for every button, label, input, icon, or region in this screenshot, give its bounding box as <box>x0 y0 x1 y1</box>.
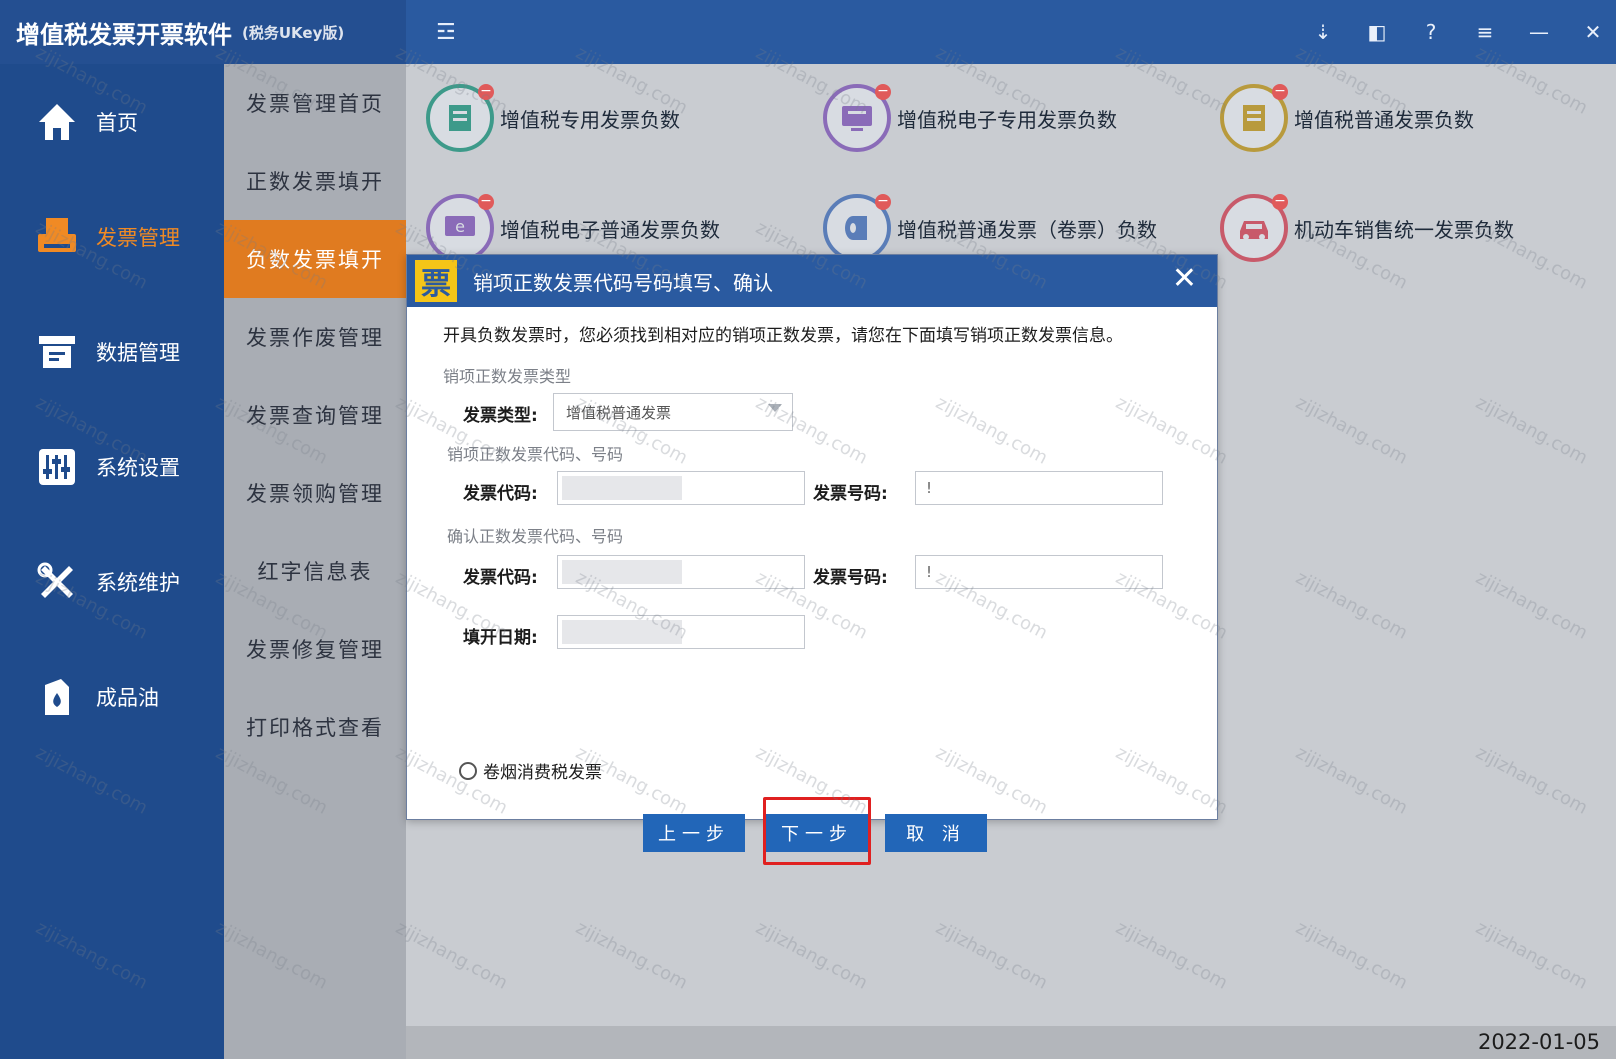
subnav-item-query-invoice[interactable]: 发票查询管理 <box>224 376 406 454</box>
vat-special-invoice-icon: − <box>426 84 494 152</box>
dialog-close-icon[interactable]: ✕ <box>1172 261 1197 296</box>
subnav-item-void-invoice[interactable]: 发票作废管理 <box>224 298 406 376</box>
status-date: 2022-01-05 <box>1477 1030 1600 1054</box>
nav-item-label: 成品油 <box>96 685 159 710</box>
nav-item-label: 系统设置 <box>96 455 180 480</box>
oil-can-icon <box>32 672 82 722</box>
vat-e-general-invoice-icon: e − <box>426 194 494 262</box>
app-title-area: 增值税发票开票软件 (税务UKey版) <box>0 0 406 64</box>
window-controls: ⇣ ◧ ? ≡ — ✕ <box>1312 0 1604 64</box>
subnav-item-invoice-home[interactable]: 发票管理首页 <box>224 64 406 142</box>
data-management-icon <box>32 327 82 377</box>
subnav-item-red-letter-info[interactable]: 红字信息表 <box>224 532 406 610</box>
svg-text:e: e <box>455 217 465 236</box>
nav-item-home[interactable]: 首页 <box>0 64 224 179</box>
invoice-number-field[interactable]: ! <box>915 471 1163 505</box>
status-bar: 2022-01-05 <box>406 1026 1616 1059</box>
subnav-item-print-format[interactable]: 打印格式查看 <box>224 688 406 766</box>
tobacco-tax-radio[interactable] <box>459 761 477 780</box>
vat-e-special-invoice-icon: − <box>823 84 891 152</box>
car-icon: − <box>1220 194 1288 262</box>
card-vat-e-special-negative[interactable]: − 增值税电子专用发票负数 <box>823 84 1117 152</box>
tobacco-tax-option[interactable]: 卷烟消费税发票 <box>459 758 602 783</box>
dialog-body: 开具负数发票时，您必须找到相对应的销项正数发票，请您在下面填写销项正数发票信息。… <box>407 321 1217 865</box>
nav-item-system-maintenance[interactable]: 系统维护 <box>0 524 224 639</box>
invoice-type-select[interactable]: 增值税普通发票 <box>553 393 793 431</box>
invoice-type-label: 发票类型: <box>463 406 538 426</box>
invoice-printer-icon <box>32 212 82 262</box>
dialog-title: 销项正数发票代码号码填写、确认 <box>473 270 773 295</box>
chevron-down-icon <box>768 404 782 412</box>
next-button[interactable]: 下一步 <box>766 814 868 852</box>
subnav-item-repair-invoice[interactable]: 发票修复管理 <box>224 610 406 688</box>
confirm-invoice-number-prefix: ! <box>926 563 933 581</box>
card-label: 增值税普通发票（卷票）负数 <box>897 217 1157 242</box>
subnav-item-positive-invoice[interactable]: 正数发票填开 <box>224 142 406 220</box>
dialog-notice: 开具负数发票时，您必须找到相对应的销项正数发票，请您在下面填写销项正数发票信息。 <box>443 326 1123 346</box>
card-vat-special-negative[interactable]: − 增值税专用发票负数 <box>426 84 680 152</box>
app-subtitle: (税务UKey版) <box>242 23 345 42</box>
vat-general-invoice-icon: − <box>1220 84 1288 152</box>
invoice-number-label: 发票号码: <box>813 484 888 504</box>
positive-invoice-dialog: 票 销项正数发票代码号码填写、确认 ✕ 开具负数发票时，您必须找到相对应的销项正… <box>406 254 1218 865</box>
card-vat-e-general-negative[interactable]: e − 增值税电子普通发票负数 <box>426 194 720 262</box>
home-icon <box>32 97 82 147</box>
card-vehicle-sales-negative[interactable]: − 机动车销售统一发票负数 <box>1220 194 1514 262</box>
dialog-header: 票 销项正数发票代码号码填写、确认 ✕ <box>407 255 1217 307</box>
issue-date-label: 填开日期: <box>463 628 538 648</box>
prev-button[interactable]: 上一步 <box>643 814 745 852</box>
menu-toggle-icon[interactable]: ☲ <box>436 20 456 45</box>
subnav-item-negative-invoice[interactable]: 负数发票填开 <box>224 220 406 298</box>
tobacco-tax-label: 卷烟消费税发票 <box>483 763 602 783</box>
section-invoice-type: 销项正数发票类型 <box>443 367 572 386</box>
confirm-invoice-code-field[interactable] <box>557 555 805 589</box>
nav-item-invoice-management[interactable]: 发票管理 <box>0 179 224 294</box>
invoice-code-field[interactable] <box>557 471 805 505</box>
card-label: 机动车销售统一发票负数 <box>1294 217 1514 242</box>
nav-item-refined-oil[interactable]: 成品油 <box>0 639 224 754</box>
nav-item-data-management[interactable]: 数据管理 <box>0 294 224 409</box>
sub-nav: 发票管理首页 正数发票填开 负数发票填开 发票作废管理 发票查询管理 发票领购管… <box>224 64 406 1059</box>
card-label: 增值税专用发票负数 <box>500 107 680 132</box>
minimize-icon[interactable]: — <box>1528 20 1550 44</box>
nav-item-label: 系统维护 <box>96 570 180 595</box>
vat-roll-invoice-icon: − <box>823 194 891 262</box>
invoice-code-label: 发票代码: <box>463 484 538 504</box>
confirm-invoice-number-label: 发票号码: <box>813 568 888 588</box>
subnav-item-purchase-invoice[interactable]: 发票领购管理 <box>224 454 406 532</box>
nav-item-label: 发票管理 <box>96 225 180 250</box>
left-nav: 首页 发票管理 数据管理 系统设置 系统维护 成品油 <box>0 64 224 1059</box>
issue-date-field[interactable] <box>557 615 805 649</box>
title-bar: 增值税发票开票软件 (税务UKey版) ☲ ⇣ ◧ ? ≡ — ✕ <box>0 0 1616 64</box>
nav-item-label: 数据管理 <box>96 340 180 365</box>
settings-sliders-icon <box>32 442 82 492</box>
menu-icon[interactable]: ≡ <box>1474 20 1496 44</box>
section-confirm-code-number: 确认正数发票代码、号码 <box>447 527 624 546</box>
section-code-number: 销项正数发票代码、号码 <box>447 445 624 464</box>
confirm-invoice-code-label: 发票代码: <box>463 568 538 588</box>
card-label: 增值税普通发票负数 <box>1294 107 1474 132</box>
tools-icon <box>32 557 82 607</box>
nav-item-system-settings[interactable]: 系统设置 <box>0 409 224 524</box>
invoice-number-prefix: ! <box>926 479 933 497</box>
card-vat-general-negative[interactable]: − 增值税普通发票负数 <box>1220 84 1474 152</box>
card-label: 增值税电子专用发票负数 <box>897 107 1117 132</box>
card-vat-roll-negative[interactable]: − 增值税普通发票（卷票）负数 <box>823 194 1157 262</box>
invoice-type-value: 增值税普通发票 <box>566 403 672 422</box>
nav-item-label: 首页 <box>96 110 138 135</box>
confirm-invoice-number-field[interactable]: ! <box>915 555 1163 589</box>
close-icon[interactable]: ✕ <box>1582 20 1604 44</box>
card-label: 增值税电子普通发票负数 <box>500 217 720 242</box>
pin-icon[interactable]: ⇣ <box>1312 20 1334 44</box>
help-icon[interactable]: ? <box>1420 20 1442 44</box>
cancel-button[interactable]: 取 消 <box>885 814 987 852</box>
invoice-logo-icon: 票 <box>415 260 457 302</box>
restore-icon[interactable]: ◧ <box>1366 20 1388 44</box>
app-title: 增值税发票开票软件 <box>16 20 232 49</box>
